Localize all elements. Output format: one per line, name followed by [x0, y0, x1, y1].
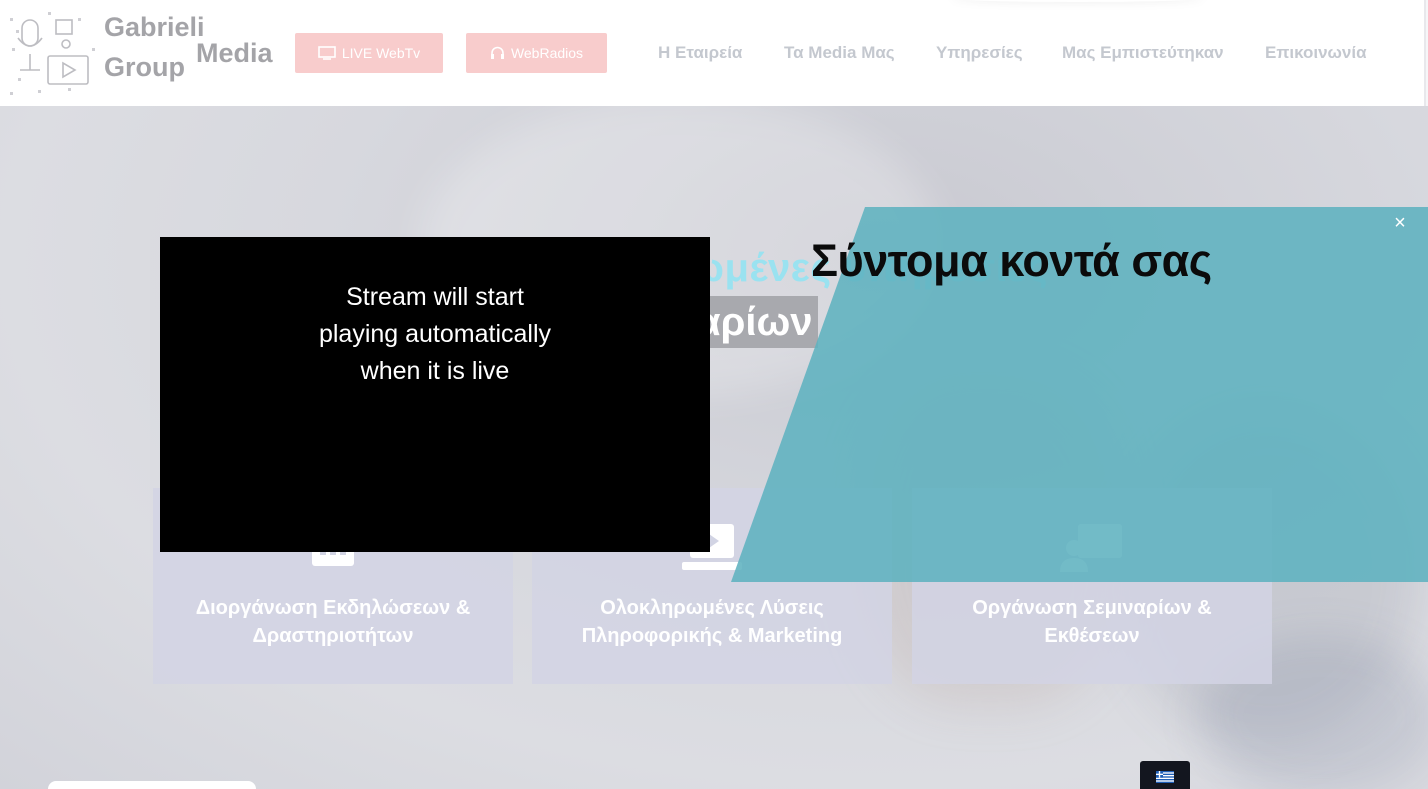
logo-text-group: Group — [104, 52, 185, 82]
nav-contact[interactable]: Επικοινωνία — [1265, 43, 1367, 63]
header-shadow — [950, 0, 1205, 2]
logo[interactable]: Gabrieli Group Media — [8, 8, 278, 98]
live-stream-player[interactable]: Stream will start playing automatically … — [160, 237, 710, 552]
greek-flag-icon — [1156, 771, 1174, 783]
headphones-icon — [490, 46, 504, 59]
stream-message-line: playing automatically — [318, 320, 552, 348]
stream-message-line: when it is live — [360, 357, 510, 385]
promo-popup: Σύντομα κοντά σας × — [731, 207, 1428, 582]
stream-message-line: Stream will start — [346, 283, 524, 311]
stream-status-message: Stream will start playing automatically … — [160, 279, 710, 390]
service-card-title: Διοργάνωση Εκδηλώσεων & Δραστηριοτήτων — [195, 597, 471, 647]
logo-text-gabrieli: Gabrieli — [104, 12, 205, 42]
nav-company[interactable]: Η Εταιρεία — [658, 43, 742, 63]
microphone-logo-icon — [10, 12, 95, 95]
close-icon[interactable]: × — [1390, 213, 1410, 233]
live-webtv-button[interactable]: LIVE WebTv — [295, 33, 443, 73]
service-card-title: Ολοκληρωμένες Λύσεις Πληροφορικής & Mark… — [581, 597, 843, 647]
site-header: Gabrieli Group Media LIVE WebTv WebRadio… — [0, 0, 1426, 106]
live-webtv-label: LIVE WebTv — [341, 45, 421, 61]
webradios-label: WebRadios — [510, 45, 584, 61]
language-switcher[interactable] — [1140, 761, 1190, 789]
nav-our-media[interactable]: Τα Media Μας — [784, 43, 895, 63]
nav-services[interactable]: Υπηρεσίες — [936, 43, 1023, 63]
logo-text-media: Media — [196, 38, 273, 68]
service-card-title: Οργάνωση Σεμιναρίων & Εκθέσεων — [972, 597, 1212, 647]
promo-title: Σύντομα κοντά σας — [811, 235, 1212, 286]
nav-clients[interactable]: Μας Εμπιστεύτηκαν — [1062, 43, 1224, 63]
bottom-panel[interactable] — [48, 781, 256, 789]
monitor-icon — [318, 46, 336, 60]
webradios-button[interactable]: WebRadios — [466, 33, 607, 73]
